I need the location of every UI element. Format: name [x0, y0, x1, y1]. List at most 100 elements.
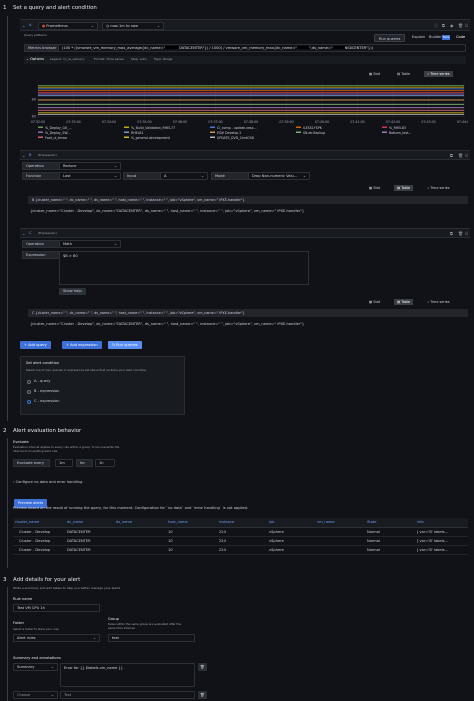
tab-stat[interactable]: ▦ Stat: [366, 185, 383, 191]
y-tick-label: 80: [32, 97, 36, 101]
options-toggle[interactable]: ⌄ Options: [26, 57, 44, 62]
chevron-down-icon[interactable]: ⌄: [22, 231, 25, 236]
group-input[interactable]: test: [108, 634, 195, 642]
query-a-header[interactable]: ⌄ A ● Prometheus ⌄ ◷ now-1m to now ⌄ ⓘ ⧉…: [20, 19, 470, 31]
mode-select[interactable]: Drop Non-numeric Valu... ⌄: [248, 172, 310, 180]
chevron-down-icon[interactable]: ⌄: [22, 153, 25, 158]
delete-icon[interactable]: 🗑: [458, 153, 463, 158]
condition-option-c[interactable]: C - expression: [34, 399, 59, 404]
table-cell: DATACENTER: [65, 536, 114, 546]
col-info[interactable]: info: [415, 518, 468, 528]
step-divider: [7, 438, 8, 568]
condition-radio-b[interactable]: [27, 390, 31, 394]
copy-icon[interactable]: ⧉: [450, 153, 453, 158]
annotation-key-select-2[interactable]: Choose ⌄: [13, 691, 58, 699]
tab-table[interactable]: ▤ Table: [394, 71, 413, 77]
add-expression-button[interactable]: + Add expression: [62, 341, 102, 349]
for-input[interactable]: 1h: [95, 459, 115, 467]
help-icon[interactable]: ⓘ: [434, 23, 438, 28]
table-cell: [ var='B' labels...: [415, 536, 468, 546]
chevron-down-icon[interactable]: ⌄: [22, 23, 25, 28]
view-tabs-b[interactable]: ▦ Stat ▤ Table ⌁ Time series: [366, 184, 466, 192]
legend-label: %_Deploy_Gtl_...: [45, 126, 72, 130]
view-tabs-c[interactable]: ▦ Stat ▤ Table ⌁ Time series: [366, 298, 466, 306]
table-cell: vSphere: [267, 545, 315, 555]
expression-b-header[interactable]: ⌄ B (Expression) ⧉ 🗑 ⠿: [20, 150, 470, 160]
remove-annotation-button[interactable]: 🗑: [198, 691, 207, 699]
add-query-button[interactable]: + Add query: [20, 341, 51, 349]
x-tick-label: 07:32:00: [31, 120, 45, 124]
run-queries-button[interactable]: ↻ Run queries: [108, 341, 142, 349]
copy-icon[interactable]: ⧉: [450, 231, 453, 236]
explain-toggle[interactable]: Explain: [412, 35, 425, 40]
col-instance[interactable]: instance: [217, 518, 267, 528]
tab-stat[interactable]: ▦ Stat: [366, 299, 383, 305]
table-cell: [114, 527, 166, 537]
annotation-key-select[interactable]: Summary ⌄: [13, 663, 58, 671]
tab-stat[interactable]: ▦ Stat: [366, 71, 383, 77]
step-number-3: 3: [3, 577, 7, 583]
tab-timeseries[interactable]: ⌁ Time series: [424, 299, 453, 305]
redacted: [165, 46, 180, 49]
time-range-picker[interactable]: ◷ now-1m to now ⌄: [102, 22, 164, 30]
math-expression-input[interactable]: $B > 80: [59, 251, 309, 285]
preview-note: Preview based on the result of running t…: [13, 506, 249, 510]
view-tabs-a[interactable]: ▦ Stat ▤ Table ⌁ Time series: [366, 70, 466, 78]
delete-icon[interactable]: 🗑: [458, 23, 463, 28]
show-help-button[interactable]: Show help: [59, 288, 86, 295]
legend-label: ESXI Develop 2: [217, 131, 241, 135]
col-host-name[interactable]: host_name: [166, 518, 217, 528]
query-patterns-button[interactable]: Query patterns: [24, 33, 47, 38]
col-cluster-name[interactable]: cluster_name: [13, 518, 65, 528]
tab-table[interactable]: ▤ Table: [394, 299, 414, 305]
tab-stat-label: Stat: [373, 186, 381, 190]
annotation-value-textarea-2[interactable]: Text: [60, 691, 195, 699]
promql-editor[interactable]: (100 * ((vmware_vm_memory_max_average{dc…: [58, 44, 466, 52]
expression-type: (Expression): [38, 231, 57, 235]
eye-icon[interactable]: ◉: [450, 23, 454, 28]
delete-icon[interactable]: 🗑: [458, 231, 463, 236]
folder-desc: Select a folder to store your rule.: [13, 627, 60, 631]
no-data-toggle[interactable]: › Configure no data and error handling: [13, 480, 82, 485]
x-tick-label: 07:39:00: [279, 120, 293, 124]
tab-timeseries[interactable]: ⌁ Time series: [424, 71, 453, 77]
rule-name-input[interactable]: Test VM CPU 1h: [13, 604, 100, 612]
operation-select[interactable]: Math ⌄: [59, 240, 121, 248]
table-row: Cluster - Develop DATACENTER 10 224 vSphere N…: [13, 545, 468, 555]
type-option: Type: Range: [154, 57, 173, 61]
condition-radio-c[interactable]: [27, 400, 31, 404]
condition-option-b[interactable]: B - expression: [34, 389, 59, 394]
table-header-row: cluster_name dc_name ds_name host_name i…: [13, 518, 468, 528]
drag-handle-icon[interactable]: ⠿: [465, 153, 468, 158]
legend-label: SN.eb Backup: [303, 131, 325, 135]
operation-select[interactable]: Reduce ⌄: [59, 162, 121, 170]
col-vm-name[interactable]: vm_name: [315, 518, 365, 528]
col-ds-name[interactable]: ds_name: [114, 518, 166, 528]
col-dc-name[interactable]: dc_name: [65, 518, 114, 528]
tab-table[interactable]: ▤ Table: [394, 185, 414, 191]
table-cell: 224: [217, 527, 267, 537]
input-select[interactable]: A ⌄: [160, 172, 208, 180]
datasource-picker[interactable]: ● Prometheus ⌄: [38, 22, 98, 30]
y-tick-label: 60: [32, 114, 36, 118]
run-queries-mini-button[interactable]: Run queries: [374, 34, 406, 42]
query-options-row[interactable]: ⌄ Options Legend: {{_le_name}} Format: T…: [24, 56, 466, 64]
folder-select[interactable]: Alert rules ⌄: [13, 634, 100, 642]
condition-radio-a[interactable]: [27, 380, 31, 384]
tab-timeseries[interactable]: ⌁ Time series: [424, 185, 453, 191]
condition-option-a[interactable]: A - query: [34, 379, 50, 384]
drag-handle-icon[interactable]: ⠿: [465, 23, 468, 28]
annotation-value-textarea[interactable]: Error for {{ $labels.vm_name }}: [60, 663, 195, 687]
table-cell: DATACENTER: [65, 527, 114, 537]
evaluate-every-input[interactable]: 1m: [55, 459, 73, 467]
code-tab[interactable]: Code: [456, 35, 465, 40]
condition-desc: Select one of your queries or expression…: [26, 368, 148, 372]
function-select[interactable]: Last ⌄: [59, 172, 121, 180]
col-state[interactable]: State: [365, 518, 415, 528]
copy-icon[interactable]: ⧉: [442, 23, 445, 28]
expression-c-header[interactable]: ⌄ C (Expression) ⧉ 🗑 ⠿: [20, 228, 470, 238]
col-job[interactable]: job: [267, 518, 315, 528]
remove-annotation-button[interactable]: 🗑: [198, 663, 207, 671]
builder-tab[interactable]: Builder: [429, 35, 442, 40]
drag-handle-icon[interactable]: ⠿: [465, 231, 468, 236]
